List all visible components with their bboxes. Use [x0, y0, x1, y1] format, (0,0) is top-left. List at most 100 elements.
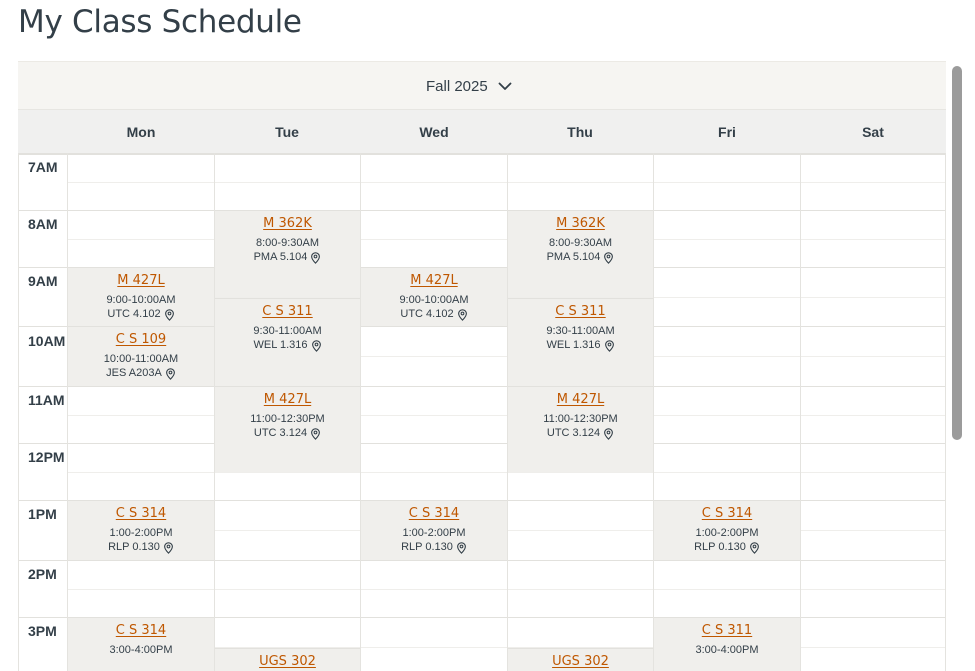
class-event[interactable]: C S 311 3:00-4:00PM [654, 618, 800, 671]
day-label-tue: Tue [275, 124, 299, 140]
event-location: WEL 1.316 [508, 338, 653, 353]
class-event[interactable]: M 427L 9:00-10:00AM UTC 4.102 [361, 268, 507, 326]
location-text: PMA 5.104 [546, 251, 601, 263]
location-text: PMA 5.104 [253, 251, 308, 263]
event-location: UTC 3.124 [215, 426, 360, 441]
grid-line [18, 443, 946, 444]
event-location: UTC 3.124 [508, 426, 653, 441]
location-text: UTC 4.102 [107, 308, 161, 320]
course-link[interactable]: C S 311 [262, 304, 312, 319]
time-label: 8AM [28, 216, 58, 232]
day-label-wed: Wed [419, 124, 449, 140]
location-text: UTC 4.102 [400, 308, 454, 320]
course-link[interactable]: M 362K [556, 216, 605, 231]
event-location: UTC 4.102 [68, 307, 214, 322]
class-event[interactable]: C S 314 1:00-2:00PM RLP 0.130 [361, 501, 507, 560]
time-label: 10AM [28, 333, 66, 349]
map-pin-icon[interactable] [603, 251, 614, 264]
course-link[interactable]: C S 109 [116, 332, 166, 347]
grid-column-line [18, 153, 19, 671]
day-label-thu: Thu [567, 124, 593, 140]
time-label: 2PM [28, 566, 57, 582]
grid-line [18, 560, 946, 561]
event-time: 3:00-4:00PM [109, 644, 173, 656]
class-event[interactable]: UGS 302 [215, 648, 360, 671]
event-location: UTC 4.102 [361, 307, 507, 322]
course-link[interactable]: M 362K [263, 216, 312, 231]
class-event[interactable]: UGS 302 [508, 648, 653, 671]
day-header-row: Mon Tue Wed Thu Fri Sat [18, 109, 946, 155]
course-link[interactable]: C S 311 [555, 304, 605, 319]
map-pin-icon[interactable] [311, 339, 322, 352]
time-label: 12PM [28, 449, 65, 465]
class-event[interactable]: M 427L 11:00-12:30PM UTC 3.124 [508, 387, 653, 472]
chevron-down-icon [498, 82, 512, 91]
event-time: 1:00-2:00PM [402, 527, 466, 539]
event-location: PMA 5.104 [508, 250, 653, 265]
event-location: RLP 0.130 [654, 540, 800, 555]
event-time: 8:00-9:30AM [549, 237, 612, 249]
location-text: RLP 0.130 [694, 541, 746, 553]
grid-line [18, 210, 946, 211]
scrollbar-thumb[interactable] [952, 66, 962, 440]
grid-line [18, 386, 946, 387]
map-pin-icon[interactable] [165, 367, 176, 380]
location-text: UTC 3.124 [253, 427, 308, 439]
grid-column-line [945, 153, 946, 671]
event-time: 1:00-2:00PM [109, 527, 173, 539]
course-link[interactable]: M 427L [410, 273, 457, 288]
map-pin-icon[interactable] [749, 541, 760, 554]
event-location: WEL 1.316 [215, 338, 360, 353]
grid-column-line [67, 153, 68, 671]
class-event[interactable]: C S 314 3:00-4:00PM [68, 618, 214, 671]
location-text: JES A203A [106, 367, 162, 379]
class-event[interactable]: M 362K 8:00-9:30AM PMA 5.104 [215, 211, 360, 297]
map-pin-icon[interactable] [457, 308, 468, 321]
class-event[interactable]: C S 311 9:30-11:00AM WEL 1.316 [215, 298, 360, 386]
term-selector[interactable]: Fall 2025 [426, 74, 512, 98]
event-location: RLP 0.130 [361, 540, 507, 555]
location-text: UTC 3.124 [546, 427, 601, 439]
grid-column-line [800, 153, 801, 671]
map-pin-icon[interactable] [603, 427, 614, 440]
grid-column-line [360, 153, 361, 671]
course-link[interactable]: UGS 302 [259, 654, 316, 669]
class-event[interactable]: M 427L 9:00-10:00AM UTC 4.102 [68, 268, 214, 326]
page-title: My Class Schedule [18, 4, 302, 40]
course-link[interactable]: M 427L [264, 392, 311, 407]
class-event[interactable]: C S 109 10:00-11:00AM JES A203A [68, 327, 214, 386]
map-pin-icon[interactable] [604, 339, 615, 352]
event-time: 3:00-4:00PM [695, 644, 759, 656]
map-pin-icon[interactable] [310, 251, 321, 264]
time-label: 1PM [28, 506, 57, 522]
class-event[interactable]: M 427L 11:00-12:30PM UTC 3.124 [215, 387, 360, 472]
map-pin-icon[interactable] [310, 427, 321, 440]
map-pin-icon[interactable] [164, 308, 175, 321]
map-pin-icon[interactable] [163, 541, 174, 554]
course-link[interactable]: C S 314 [409, 506, 459, 521]
map-pin-icon[interactable] [456, 541, 467, 554]
course-link[interactable]: UGS 302 [552, 654, 609, 669]
course-link[interactable]: M 427L [117, 273, 164, 288]
term-label: Fall 2025 [426, 77, 488, 95]
event-time: 9:00-10:00AM [106, 294, 176, 306]
location-text: RLP 0.130 [108, 541, 160, 553]
schedule-grid: 7AM 8AM 9AM 10AM 11AM 12PM 1PM 2PM 3PM M… [18, 153, 946, 671]
class-event[interactable]: M 362K 8:00-9:30AM PMA 5.104 [508, 211, 653, 297]
location-text: WEL 1.316 [546, 339, 601, 351]
class-event[interactable]: C S 314 1:00-2:00PM RLP 0.130 [654, 501, 800, 560]
time-label: 11AM [28, 392, 65, 408]
course-link[interactable]: C S 314 [702, 506, 752, 521]
term-bar: Fall 2025 [18, 61, 946, 110]
day-label-fri: Fri [718, 124, 736, 140]
class-event[interactable]: C S 314 1:00-2:00PM RLP 0.130 [68, 501, 214, 560]
event-location: JES A203A [68, 366, 214, 381]
event-time: 11:00-12:30PM [250, 413, 325, 425]
class-event[interactable]: C S 311 9:30-11:00AM WEL 1.316 [508, 298, 653, 386]
schedule-calendar: Fall 2025 Mon Tue Wed Thu Fri Sat 7AM 8A… [18, 61, 946, 671]
course-link[interactable]: C S 314 [116, 623, 166, 638]
course-link[interactable]: C S 311 [702, 623, 752, 638]
event-time: 1:00-2:00PM [695, 527, 759, 539]
course-link[interactable]: C S 314 [116, 506, 166, 521]
course-link[interactable]: M 427L [557, 392, 604, 407]
